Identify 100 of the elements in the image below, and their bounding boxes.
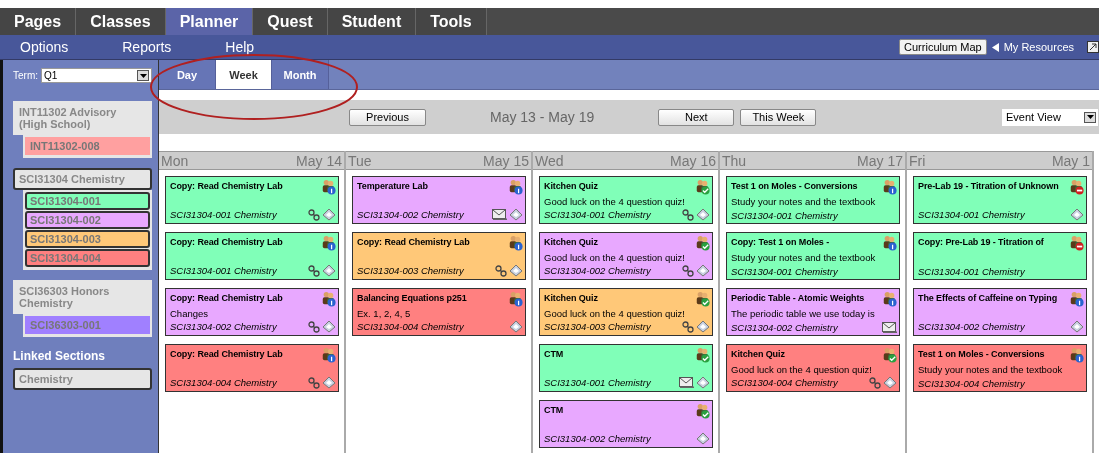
next-button[interactable]: Next — [658, 108, 735, 126]
event-title: Copy: Read Chemistry Lab — [170, 349, 283, 359]
event-card[interactable]: Copy: Pre-Lab 19 - Titration of SCI31304-001 Chemistry — [913, 232, 1087, 280]
day-name: Wed — [535, 152, 564, 169]
event-card[interactable]: Kitchen Quiz Good luck on the 4 question quiz! SCI31304-001 Chemistry — [539, 176, 713, 224]
menu-item[interactable]: Reports — [122, 39, 172, 55]
previous-button[interactable]: Previous — [349, 108, 426, 126]
main-tab[interactable]: Planner — [165, 8, 254, 35]
event-card[interactable]: Copy: Read Chemistry Lab Changes SCI31304-002 Chemistry — [165, 288, 339, 336]
chain-link-icon — [682, 264, 694, 277]
event-card[interactable]: Periodic Table - Atomic Weights The periodic table we use today is SCI31304-002 Chemistry — [726, 288, 900, 336]
chain-link-icon — [682, 208, 694, 221]
event-section: SCI31304-004 Chemistry — [170, 377, 277, 388]
event-card[interactable]: Copy: Read Chemistry Lab SCI31304-001 Chemistry — [165, 232, 339, 280]
event-title: Kitchen Quiz — [544, 293, 598, 303]
view-tab[interactable]: Week — [216, 60, 272, 89]
event-section: SCI31304-001 Chemistry — [170, 209, 277, 220]
event-title: Copy: Test 1 on Moles - — [731, 237, 830, 247]
event-note: Ex. 1, 2, 4, 5 — [357, 308, 412, 319]
event-note: Changes — [170, 308, 210, 319]
dropdown-caret-icon[interactable] — [137, 70, 149, 81]
expand-icon[interactable] — [1087, 41, 1099, 53]
event-title: Kitchen Quiz — [731, 349, 785, 359]
day-date: May 15 — [483, 152, 529, 169]
view-select[interactable]: Event View — [1002, 108, 1098, 126]
event-section: SCI31304-001 Chemistry — [731, 210, 838, 221]
event-card[interactable]: CTM SCI31304-002 Chemistry — [539, 400, 713, 448]
main-tab[interactable]: Tools — [416, 8, 487, 35]
chain-link-icon — [308, 376, 320, 389]
chain-link-icon — [308, 208, 320, 221]
day-name: Tue — [348, 152, 372, 169]
event-section: SCI31304-001 Chemistry — [731, 266, 838, 277]
dropdown-caret-icon[interactable] — [1084, 111, 1096, 123]
event-card[interactable]: CTM SCI31304-001 Chemistry — [539, 344, 713, 392]
curriculum-map-button[interactable]: Curriculum Map — [899, 39, 987, 55]
view-tab[interactable]: Month — [272, 60, 329, 89]
chain-link-icon — [308, 264, 320, 277]
term-select[interactable]: Q1 — [41, 68, 152, 83]
event-card[interactable]: Kitchen Quiz Good luck on the 4 question quiz! SCI31304-002 Chemistry — [539, 232, 713, 280]
event-section: SCI31304-002 Chemistry — [918, 321, 1025, 332]
event-title: Kitchen Quiz — [544, 237, 598, 247]
day-date: May 14 — [296, 152, 342, 169]
event-section: SCI31304-001 Chemistry — [544, 209, 651, 220]
event-section: SCI31304-002 Chemistry — [170, 321, 277, 332]
event-title: Copy: Read Chemistry Lab — [170, 237, 283, 247]
my-resources-link[interactable]: My Resources — [1003, 41, 1074, 53]
event-title: Copy: Read Chemistry Lab — [357, 237, 470, 247]
envelope-icon — [882, 322, 897, 333]
event-section: SCI31304-001 Chemistry — [170, 265, 277, 276]
event-card[interactable]: Kitchen Quiz Good luck on the 4 question quiz! SCI31304-004 Chemistry — [726, 344, 900, 392]
event-section: SCI31304-002 Chemistry — [731, 322, 838, 333]
event-section: SCI31304-001 Chemistry — [544, 377, 651, 388]
event-card[interactable]: Copy: Read Chemistry Lab SCI31304-003 Chemistry — [352, 232, 526, 280]
event-title: Temperature Lab — [357, 181, 428, 191]
event-card[interactable]: Temperature Lab SCI31304-002 Chemistry — [352, 176, 526, 224]
event-note: Good luck on the 4 question quiz! — [731, 364, 873, 375]
day-date: May 1 — [1051, 152, 1090, 169]
event-title: Copy: Read Chemistry Lab — [170, 293, 283, 303]
date-range: May 13 - May 19 — [490, 109, 595, 125]
event-note: Good luck on the 4 question quiz! — [544, 308, 686, 319]
main-tab[interactable]: Pages — [0, 8, 77, 35]
main-tab[interactable]: Student — [327, 8, 417, 35]
this-week-button[interactable]: This Week — [740, 108, 817, 126]
event-section: SCI31304-003 Chemistry — [357, 265, 464, 276]
event-card[interactable]: Pre-Lab 19 - Titration of Unknown SCI31304-001 Chemistry — [913, 176, 1087, 224]
event-title: Test 1 on Moles - Conversions — [731, 181, 858, 191]
view-tab[interactable]: Day — [159, 60, 216, 89]
event-note: Study your notes and the textbook — [918, 364, 1064, 375]
event-card[interactable]: Copy: Test 1 on Moles - Study your notes and the textbook SCI31304-001 Chemistry — [726, 232, 900, 280]
event-title: Pre-Lab 19 - Titration of Unknown — [918, 181, 1059, 191]
main-tab[interactable]: Quest — [253, 8, 328, 35]
day-date: May 17 — [857, 152, 903, 169]
event-section: SCI31304-002 Chemistry — [357, 209, 464, 220]
main-tab[interactable]: Classes — [76, 8, 166, 35]
section-item[interactable]: SCI31304-001 — [25, 192, 150, 210]
event-card[interactable]: Kitchen Quiz Good luck on the 4 question quiz! SCI31304-003 Chemistry — [539, 288, 713, 336]
day-name: Mon — [161, 152, 189, 169]
menu-item[interactable]: Options — [20, 39, 69, 55]
event-card[interactable]: Copy: Read Chemistry Lab SCI31304-004 Chemistry — [165, 344, 339, 392]
event-card[interactable]: The Effects of Caffeine on Typing SCI31304-002 Chemistry — [913, 288, 1087, 336]
event-note: Study your notes and the textbook — [731, 196, 877, 207]
event-card[interactable]: Copy: Read Chemistry Lab SCI31304-001 Chemistry — [165, 176, 339, 224]
left-triangle-icon — [991, 42, 999, 52]
event-title: Copy: Pre-Lab 19 - Titration of — [918, 237, 1044, 247]
event-section: SCI31304-003 Chemistry — [544, 321, 651, 332]
event-card[interactable]: Test 1 on Moles - Conversions Study your notes and the textbook SCI31304-004 Chemistry — [913, 344, 1087, 392]
day-name: Fri — [909, 152, 926, 169]
event-title: Periodic Table - Atomic Weights — [731, 293, 865, 303]
chain-link-icon — [869, 376, 881, 389]
event-title: Balancing Equations p251 — [357, 293, 467, 303]
event-section: SCI31304-001 Chemistry — [918, 209, 1025, 220]
event-title: CTM — [544, 405, 564, 415]
event-card[interactable]: Balancing Equations p251 Ex. 1, 2, 4, 5 SCI31304-004 Chemistry — [352, 288, 526, 336]
menu-item[interactable]: Help — [225, 39, 255, 55]
envelope-icon — [679, 377, 694, 388]
event-card[interactable]: Test 1 on Moles - Conversions Study your notes and the textbook SCI31304-001 Chemistry — [726, 176, 900, 224]
event-title: CTM — [544, 349, 564, 359]
linked-sections-heading: Linked Sections — [13, 349, 107, 363]
event-section: SCI31304-001 Chemistry — [918, 266, 1025, 277]
event-title: The Effects of Caffeine on Typing — [918, 293, 1058, 303]
